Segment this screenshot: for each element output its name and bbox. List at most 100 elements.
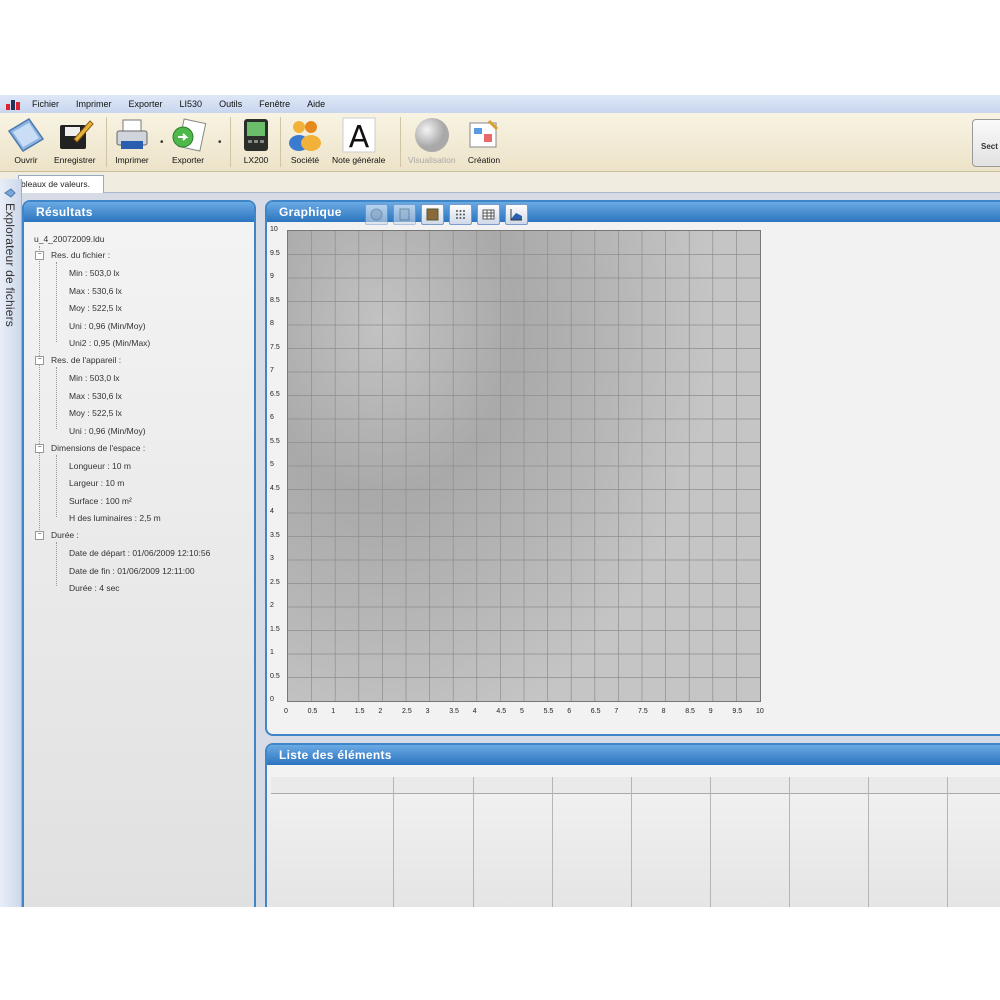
tree-connector <box>56 262 57 342</box>
menu-fichier[interactable]: Fichier <box>32 99 59 109</box>
menu-exporter[interactable]: Exporter <box>129 99 163 109</box>
results-panel: Résultats u_4_20072009.ldu − Res. du fic… <box>22 200 256 907</box>
general-note-button[interactable]: A Note générale <box>332 115 385 165</box>
results-file-name[interactable]: u_4_20072009.ldu <box>34 234 104 244</box>
column-divider[interactable] <box>552 777 553 907</box>
x-tick-label: 6 <box>567 708 572 715</box>
tree-item: Uni : 0,96 (Min/Moy) <box>69 321 146 331</box>
device-icon <box>236 115 276 155</box>
tree-connector <box>56 542 57 586</box>
company-button[interactable]: Société <box>285 115 325 165</box>
column-divider[interactable] <box>868 777 869 907</box>
tab-tableaux-de-valeurs[interactable]: bleaux de valeurs. <box>18 175 104 193</box>
x-tick-label: 3 <box>425 708 430 715</box>
y-tick-label: 0.5 <box>270 672 280 680</box>
collapse-icon[interactable]: − <box>35 251 44 260</box>
menu-bar: Fichier Imprimer Exporter LI530 Outils F… <box>0 95 1000 113</box>
save-button[interactable]: Enregistrer <box>54 115 96 165</box>
y-tick-label: 2.5 <box>270 578 280 586</box>
printer-icon <box>112 115 152 155</box>
collapse-icon[interactable]: − <box>35 444 44 453</box>
graph-panel: Graphique 10 9.5 9 8.5 8 7.5 7 6.5 6 5.5… <box>265 200 1000 736</box>
x-tick-label: 7.5 <box>638 708 648 715</box>
tree-item: Moy : 522,5 lx <box>69 303 122 313</box>
menu-fenetre[interactable]: Fenêtre <box>259 99 290 109</box>
plot-area[interactable] <box>287 230 761 702</box>
y-tick-label: 8 <box>270 320 274 327</box>
print-dropdown-icon[interactable]: • <box>160 137 164 148</box>
y-tick-label: 4.5 <box>270 484 280 492</box>
column-divider[interactable] <box>473 777 474 907</box>
x-tick-label: 8 <box>661 708 666 715</box>
texture-tool-icon <box>426 208 439 221</box>
tree-connector <box>39 246 40 534</box>
visualisation-button[interactable]: Visualisation <box>408 115 456 165</box>
chart-3d-tool-button[interactable] <box>505 204 528 225</box>
tree-connector <box>56 367 57 429</box>
export-dropdown-icon[interactable]: • <box>218 137 222 148</box>
menu-li530[interactable]: LI530 <box>180 99 203 109</box>
column-divider[interactable] <box>393 777 394 907</box>
x-tick-label: 1 <box>331 708 336 715</box>
sector-button[interactable]: Sect <box>972 119 1000 167</box>
y-tick-label: 9.5 <box>270 249 280 257</box>
export-button[interactable]: Exporter <box>168 115 208 165</box>
tree-item: Surface : 100 m² <box>69 496 132 506</box>
graph-toolbar <box>365 204 528 225</box>
visualisation-label: Visualisation <box>408 155 456 165</box>
x-tick-label: 6.5 <box>590 708 601 715</box>
open-button[interactable]: Ouvrir <box>6 115 46 165</box>
collapse-icon[interactable]: − <box>35 356 44 365</box>
tree-group-device-results[interactable]: Res. de l'appareil : <box>51 355 121 365</box>
texture-tool-button[interactable] <box>421 204 444 225</box>
grid-dots-tool-button[interactable] <box>449 204 472 225</box>
print-button[interactable]: Imprimer <box>112 115 152 165</box>
y-tick-label: 2 <box>270 602 274 609</box>
tree-item: Moy : 522,5 lx <box>69 408 122 418</box>
x-tick-label: 0 <box>284 708 288 715</box>
menu-aide[interactable]: Aide <box>307 99 325 109</box>
pin-icon <box>4 185 16 198</box>
tree-group-duration[interactable]: Durée : <box>51 530 79 540</box>
menu-outils[interactable]: Outils <box>219 99 242 109</box>
open-label: Ouvrir <box>14 155 38 165</box>
y-tick-label: 1.5 <box>270 625 280 633</box>
menu-imprimer[interactable]: Imprimer <box>76 99 112 109</box>
elements-title: Liste des éléments <box>267 745 1000 765</box>
note-icon: A <box>339 115 379 155</box>
collapse-icon[interactable]: − <box>35 531 44 540</box>
sphere-tool-icon <box>370 208 383 221</box>
creation-icon <box>464 115 504 155</box>
column-divider[interactable] <box>631 777 632 907</box>
column-divider[interactable] <box>789 777 790 907</box>
company-label: Société <box>290 155 320 165</box>
toolbar-separator <box>106 117 107 167</box>
results-title: Résultats <box>24 202 254 222</box>
grid-dots-tool-icon <box>456 210 465 219</box>
y-tick-label: 7.5 <box>270 343 280 351</box>
lx200-button[interactable]: LX200 <box>236 115 276 165</box>
file-explorer-strip[interactable]: Explorateur de fichiers <box>0 179 22 907</box>
table-tool-icon <box>482 209 495 220</box>
main-toolbar: Ouvrir Enregistrer Imprimer • Exporter • <box>0 113 1000 172</box>
tree-item: Max : 530,6 lx <box>69 391 122 401</box>
creation-button[interactable]: Création <box>464 115 504 165</box>
y-tick-label: 3.5 <box>270 531 280 539</box>
tree-item: Largeur : 10 m <box>69 478 125 488</box>
tree-group-file-results[interactable]: Res. du fichier : <box>51 250 110 260</box>
sphere-tool-button[interactable] <box>365 204 388 225</box>
y-tick-label: 9 <box>270 273 274 280</box>
column-divider[interactable] <box>947 777 948 907</box>
table-tool-button[interactable] <box>477 204 500 225</box>
column-divider[interactable] <box>710 777 711 907</box>
y-tick-label: 3 <box>270 555 274 562</box>
creation-label: Création <box>467 155 501 165</box>
x-tick-label: 5.5 <box>543 708 554 715</box>
plot-gridlines <box>288 231 760 701</box>
x-tick-label: 4 <box>472 708 477 715</box>
save-label: Enregistrer <box>54 155 96 165</box>
page-tool-button[interactable] <box>393 204 416 225</box>
chart-3d-tool-icon <box>510 209 522 221</box>
tree-group-space-dimensions[interactable]: Dimensions de l'espace : <box>51 443 145 453</box>
x-tick-label: 8.5 <box>685 708 695 715</box>
